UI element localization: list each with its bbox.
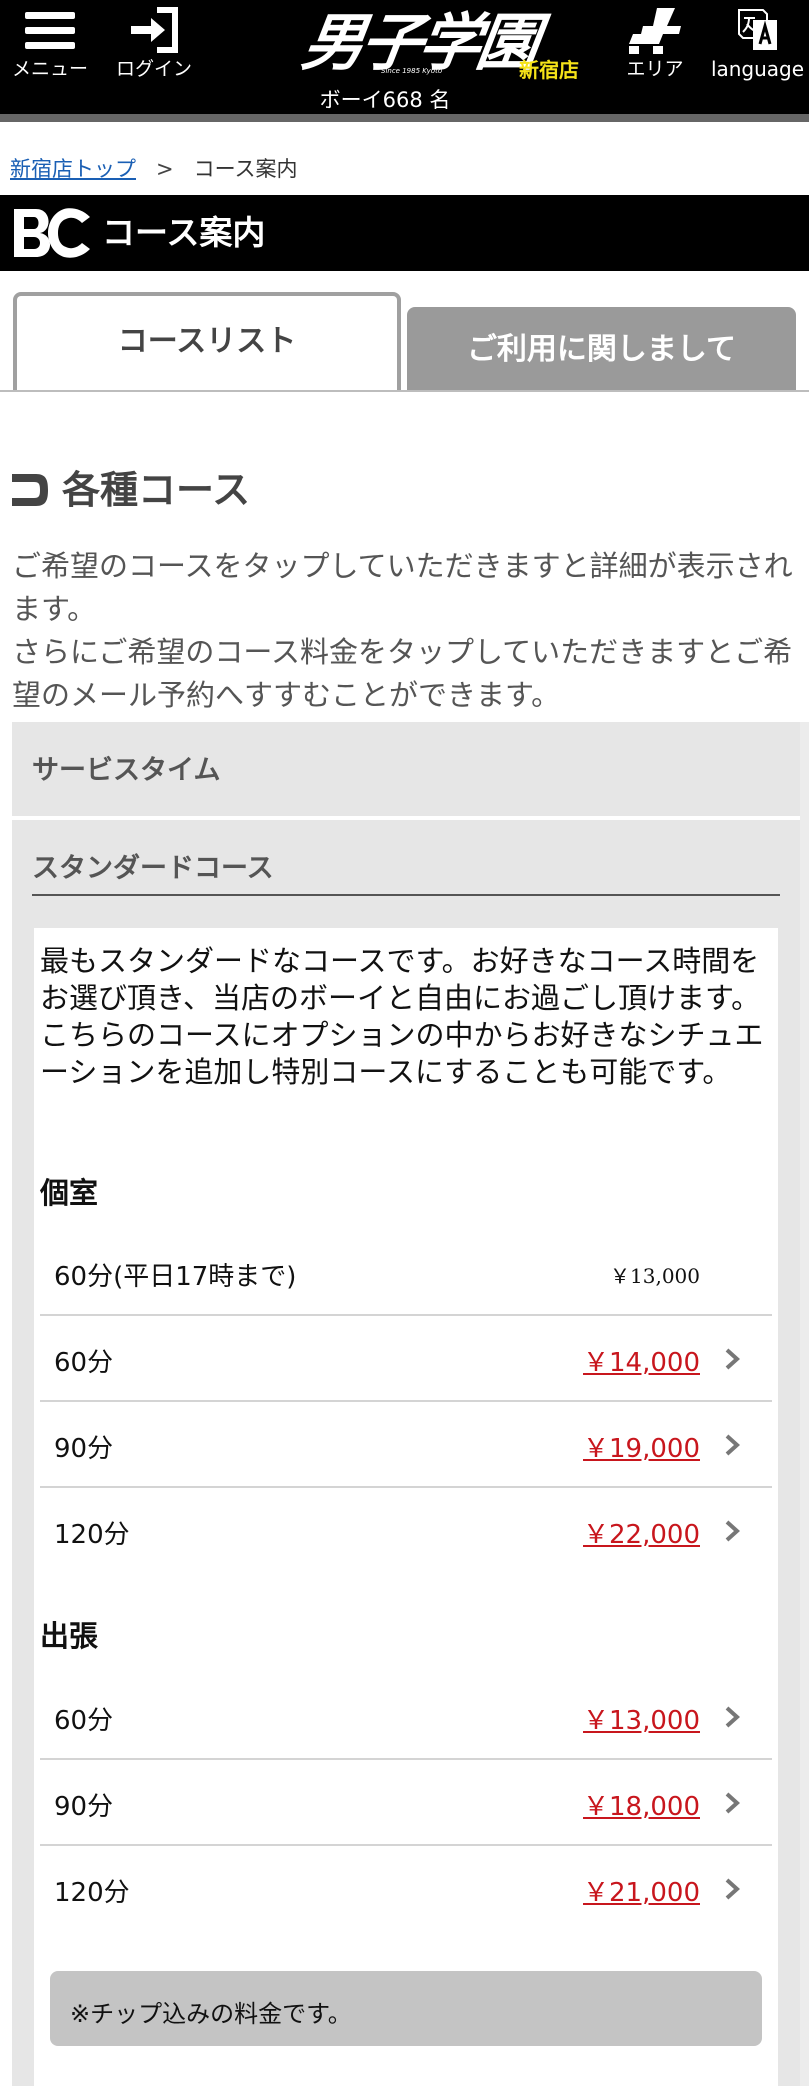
language-button[interactable]: language — [706, 6, 809, 80]
breadcrumb-separator: > — [156, 157, 174, 181]
course-description: 最もスタンダードなコースです。お好きなコース時間をお選び頂き、当店のボーイと自由… — [40, 943, 788, 1091]
breadcrumb-home-link[interactable]: 新宿店トップ — [10, 157, 136, 181]
login-icon — [131, 7, 178, 53]
area-label: エリア — [626, 58, 684, 80]
scrollbar-track[interactable] — [800, 722, 809, 2086]
row-duration: 120分 — [54, 1878, 130, 1908]
chevron-right-icon — [725, 1434, 740, 1456]
chevron-right-icon — [725, 1706, 740, 1728]
breadcrumb-current: コース案内 — [193, 157, 298, 181]
breadcrumb: 新宿店トップ > コース案内 — [10, 153, 298, 183]
branch-name: 新宿店 — [519, 58, 579, 82]
row-duration: 60分(平日17時まで) — [54, 1262, 297, 1292]
row-price-link[interactable]: ￥19,000 — [583, 1428, 700, 1465]
category-underline — [32, 894, 780, 896]
intro-line-1: ご希望のコースをタップしていただきますと詳細が表示されます。 — [12, 549, 793, 626]
category-standard-course[interactable]: スタンダードコース — [12, 820, 800, 924]
group-title-outcall: 出張 — [40, 1619, 99, 1653]
category-service-time-label: サービスタイム — [32, 755, 221, 786]
row-price-link[interactable]: ￥21,000 — [583, 1872, 700, 1909]
price-row: 60分(平日17時まで) ￥13,000 — [40, 1232, 772, 1316]
login-label: ログイン — [115, 58, 192, 80]
section-intro: ご希望のコースをタップしていただきますと詳細が表示されます。 さらにご希望のコー… — [12, 545, 802, 717]
page-title: コース案内 — [102, 213, 266, 252]
chevron-right-icon — [725, 1520, 740, 1542]
price-row[interactable]: 90分 ￥18,000 — [40, 1762, 772, 1846]
logo-subtext: Since 1985 Kyoto — [381, 67, 443, 75]
course-desc-1: 最もスタンダードなコースです。お好きなコース時間をお選び頂き、当店のボーイと自由… — [40, 944, 761, 1015]
category-standard-course-label: スタンダードコース — [32, 853, 274, 884]
price-row[interactable]: 90分 ￥19,000 — [40, 1404, 772, 1488]
chevron-right-icon — [725, 1348, 740, 1370]
menu-label: メニュー — [11, 58, 88, 80]
tab-usage-info[interactable]: ご利用に関しまして — [407, 307, 796, 392]
group-title-private-room: 個室 — [40, 1176, 99, 1210]
note-text: ※チップ込みの料金です。 — [70, 2000, 352, 2028]
boy-count: ボーイ668 名 — [319, 88, 451, 112]
price-row[interactable]: 120分 ￥22,000 — [40, 1490, 772, 1574]
price-row[interactable]: 120分 ￥21,000 — [40, 1848, 772, 1932]
row-price-link[interactable]: ￥13,000 — [583, 1700, 700, 1737]
row-duration: 90分 — [54, 1792, 114, 1822]
row-duration: 60分 — [54, 1348, 114, 1378]
row-price-link[interactable]: ￥18,000 — [583, 1786, 700, 1823]
row-duration: 90分 — [54, 1434, 114, 1464]
login-button[interactable]: ログイン — [106, 6, 202, 80]
tab-course-list[interactable]: コースリスト — [13, 292, 401, 392]
tab-divider — [0, 390, 809, 392]
course-desc-2: こちらのコースにオプションの中からお好きなシチュエーションを追加し特別コースにす… — [40, 1018, 764, 1089]
row-price-link[interactable]: ￥22,000 — [583, 1514, 700, 1551]
category-service-time[interactable]: サービスタイム — [12, 722, 800, 818]
brand-mark-icon — [14, 208, 90, 258]
header-bottom-band — [0, 114, 809, 122]
chevron-right-icon — [725, 1792, 740, 1814]
section-bracket-icon — [12, 474, 48, 506]
area-icon — [629, 8, 681, 54]
page-title-bar: コース案内 — [0, 195, 809, 271]
menu-button[interactable]: メニュー — [6, 6, 94, 80]
site-header: メニュー ログイン 男子学園 Since 1985 Kyoto 新宿店 ボーイ6… — [0, 0, 809, 122]
intro-line-2: さらにご希望のコース料金をタップしていただきますとご希望のメール予約へすすむこと… — [12, 635, 793, 712]
tip-included-note: ※チップ込みの料金です。 — [50, 1971, 762, 2046]
language-label: language — [710, 57, 805, 81]
hamburger-menu-icon — [25, 12, 75, 49]
price-row[interactable]: 60分 ￥14,000 — [40, 1318, 772, 1402]
section-title: 各種コース — [62, 468, 251, 512]
chevron-right-icon — [725, 1878, 740, 1900]
price-row[interactable]: 60分 ￥13,000 — [40, 1676, 772, 1760]
row-duration: 120分 — [54, 1520, 130, 1550]
row-duration: 60分 — [54, 1706, 114, 1736]
area-button[interactable]: エリア — [600, 6, 710, 80]
row-price: ￥13,000 — [610, 1264, 700, 1288]
translate-icon — [737, 9, 777, 50]
site-logo[interactable]: 男子学園 Since 1985 Kyoto 新宿店 — [295, 4, 585, 84]
row-price-link[interactable]: ￥14,000 — [583, 1342, 700, 1379]
